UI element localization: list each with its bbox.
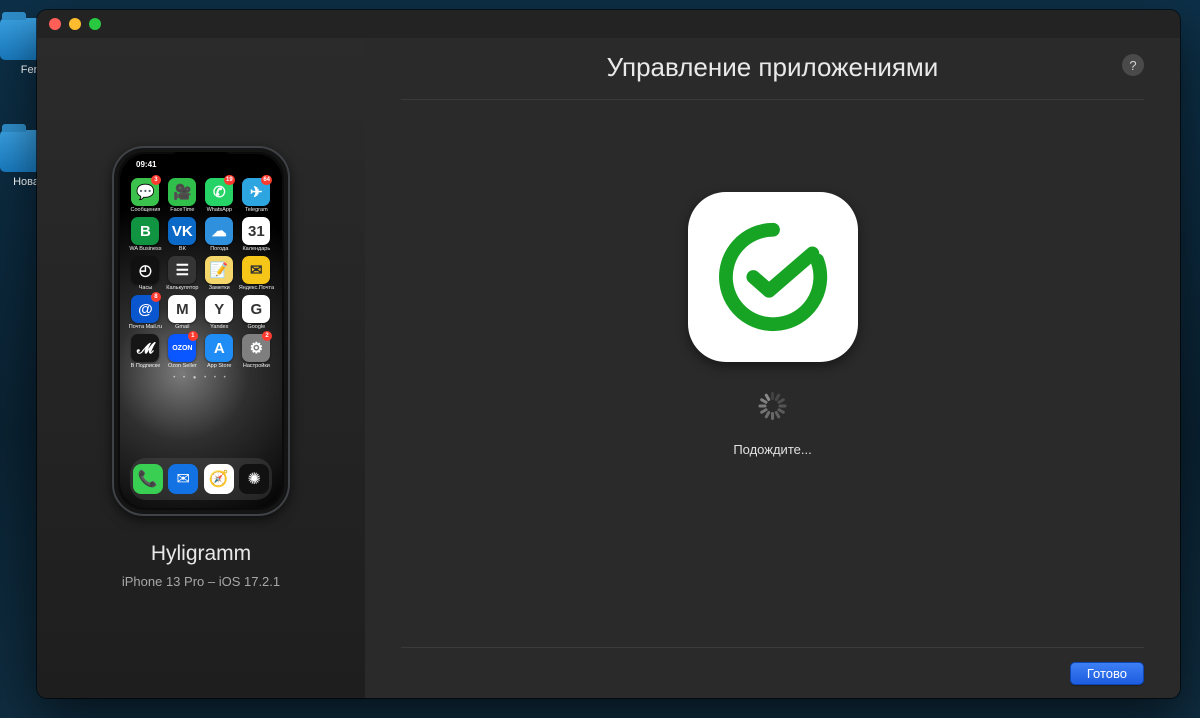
device-preview: 09:41 💬3Сообщения🎥FaceTime✆19WhatsApp✈64… <box>112 146 290 516</box>
app-label: FaceTime <box>170 207 194 213</box>
app-label: Заметки <box>209 285 230 291</box>
window-titlebar[interactable] <box>37 10 1180 38</box>
minimize-window-button[interactable] <box>69 18 81 30</box>
loading-spinner-icon <box>759 392 787 420</box>
app-label: WhatsApp <box>207 207 232 213</box>
zoom-window-button[interactable] <box>89 18 101 30</box>
home-screen-grid: 💬3Сообщения🎥FaceTime✆19WhatsApp✈64Telegr… <box>120 172 282 369</box>
app-icon: A <box>205 334 233 362</box>
traffic-lights <box>49 18 101 30</box>
home-app[interactable]: ✆19WhatsApp <box>202 178 237 213</box>
app-label: ВК <box>179 246 186 252</box>
content-main: Подождите... <box>401 100 1144 648</box>
home-app[interactable]: 💬3Сообщения <box>128 178 163 213</box>
app-icon: ☰ <box>168 256 196 284</box>
app-label: WA Business <box>129 246 161 252</box>
app-label: Yandex <box>210 324 228 330</box>
app-label: Яндекс.Почта <box>239 285 274 291</box>
home-app[interactable]: OZON1Ozon Seller <box>165 334 200 369</box>
app-icon: 📝 <box>205 256 233 284</box>
app-label: Почта Mail.ru <box>129 324 162 330</box>
app-label: Калькулятор <box>166 285 198 291</box>
app-label: App Store <box>207 363 231 369</box>
done-button[interactable]: Готово <box>1070 662 1144 685</box>
notification-badge: 8 <box>151 292 161 302</box>
app-icon: M <box>168 295 196 323</box>
home-app[interactable]: ✈64Telegram <box>239 178 274 213</box>
sber-check-icon <box>714 218 832 336</box>
dock-app-icon[interactable]: 🧭 <box>204 464 234 494</box>
home-app[interactable]: ☰Калькулятор <box>165 256 200 291</box>
help-button[interactable]: ? <box>1122 54 1144 76</box>
app-label: Погода <box>210 246 228 252</box>
close-window-button[interactable] <box>49 18 61 30</box>
dock-app-icon[interactable]: 📞 <box>133 464 163 494</box>
app-label: Gmail <box>175 324 189 330</box>
app-label: Настройки <box>243 363 270 369</box>
app-label: Telegram <box>245 207 268 213</box>
notification-badge: 19 <box>224 175 235 185</box>
page-title: Управление приложениями <box>401 52 1144 83</box>
wait-label: Подождите... <box>733 442 811 457</box>
home-app[interactable]: ⚙2Настройки <box>239 334 274 369</box>
home-app[interactable]: ✉Яндекс.Почта <box>239 256 274 291</box>
app-icon: Y <box>205 295 233 323</box>
notification-badge: 1 <box>188 331 198 341</box>
dock-app-icon[interactable]: ✉ <box>168 464 198 494</box>
app-label: Сообщения <box>131 207 161 213</box>
help-icon: ? <box>1129 58 1136 73</box>
app-icon: 🎥 <box>168 178 196 206</box>
content-panel: Управление приложениями ? Подождите... Г… <box>365 38 1180 698</box>
app-label: В Подписке <box>131 363 161 369</box>
home-app[interactable]: MGmail <box>165 295 200 330</box>
home-app[interactable]: ☁Погода <box>202 217 237 252</box>
notification-badge: 2 <box>262 331 272 341</box>
app-icon: G <box>242 295 270 323</box>
status-bar-time: 09:41 <box>136 160 156 169</box>
home-app[interactable]: 📝Заметки <box>202 256 237 291</box>
app-icon: ◴ <box>131 256 159 284</box>
page-indicator: • • ● • • • <box>120 375 282 381</box>
app-icon: B <box>131 217 159 245</box>
app-label: Часы <box>139 285 152 291</box>
device-name: Hyligramm <box>151 542 251 566</box>
app-icon: 𝓜 <box>131 334 159 362</box>
home-app[interactable]: VKВК <box>165 217 200 252</box>
home-app[interactable]: BWA Business <box>128 217 163 252</box>
app-icon: 31 <box>242 217 270 245</box>
home-app[interactable]: 𝓜В Подписке <box>128 334 163 369</box>
app-icon: ☁ <box>205 217 233 245</box>
content-footer: Готово <box>401 648 1144 698</box>
app-icon: ✉ <box>242 256 270 284</box>
app-icon: VK <box>168 217 196 245</box>
device-side-panel: 09:41 💬3Сообщения🎥FaceTime✆19WhatsApp✈64… <box>37 38 365 698</box>
app-label: Ozon Seller <box>168 363 197 369</box>
app-label: Google <box>247 324 265 330</box>
device-screen: 09:41 💬3Сообщения🎥FaceTime✆19WhatsApp✈64… <box>120 154 282 508</box>
home-app[interactable]: 31Календарь <box>239 217 274 252</box>
app-window: 09:41 💬3Сообщения🎥FaceTime✆19WhatsApp✈64… <box>37 10 1180 698</box>
home-app[interactable]: ◴Часы <box>128 256 163 291</box>
notification-badge: 3 <box>151 175 161 185</box>
home-app[interactable]: 🎥FaceTime <box>165 178 200 213</box>
home-app[interactable]: @8Почта Mail.ru <box>128 295 163 330</box>
home-app[interactable]: YYandex <box>202 295 237 330</box>
notification-badge: 64 <box>261 175 272 185</box>
dock: 📞✉🧭✺ <box>130 458 272 500</box>
dock-app-icon[interactable]: ✺ <box>239 464 269 494</box>
app-label: Календарь <box>242 246 270 252</box>
home-app[interactable]: GGoogle <box>239 295 274 330</box>
content-header: Управление приложениями ? <box>401 38 1144 100</box>
device-model-os: iPhone 13 Pro – iOS 17.2.1 <box>122 574 280 589</box>
window-body: 09:41 💬3Сообщения🎥FaceTime✆19WhatsApp✈64… <box>37 38 1180 698</box>
home-app[interactable]: AApp Store <box>202 334 237 369</box>
app-large-icon <box>688 192 858 362</box>
